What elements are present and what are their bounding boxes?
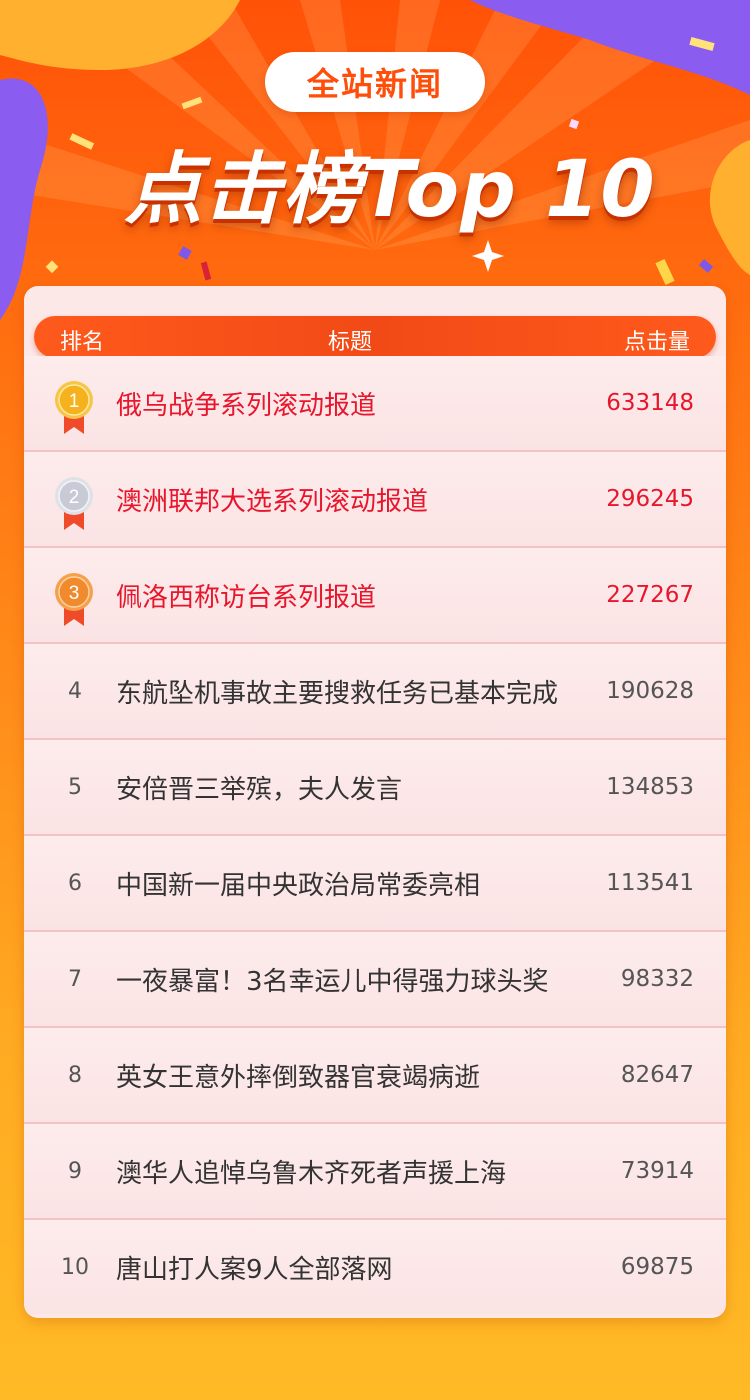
row-rank: 8: [68, 1062, 82, 1088]
row-title[interactable]: 一夜暴富！3名幸运儿中得强力球头奖: [116, 932, 549, 1026]
row-clicks: 69875: [620, 1254, 694, 1280]
row-clicks: 134853: [606, 774, 694, 800]
page-header: 全站新闻 点击榜Top 10: [0, 0, 750, 290]
row-title[interactable]: 佩洛西称访台系列报道: [116, 548, 376, 642]
row-title[interactable]: 俄乌战争系列滚动报道: [116, 356, 376, 450]
row-title[interactable]: 中国新一届中央政治局常委亮相: [116, 836, 480, 930]
ranking-row[interactable]: 1 俄乌战争系列滚动报道 633148: [24, 356, 726, 452]
row-clicks: 73914: [620, 1158, 694, 1184]
row-title[interactable]: 澳洲联邦大选系列滚动报道: [116, 452, 428, 546]
gold-medal-icon: 1: [55, 381, 93, 434]
row-rank: 5: [68, 774, 82, 800]
row-clicks: 190628: [606, 678, 694, 704]
row-rank: 7: [68, 966, 82, 992]
ranking-board: 排名 标题 点击量 1 俄乌战争系列滚动报道 633148 2 澳洲联邦大选系列…: [24, 286, 726, 1318]
ranking-row[interactable]: 2 澳洲联邦大选系列滚动报道 296245: [24, 452, 726, 548]
column-header-clicks: 点击量: [623, 330, 690, 355]
ranking-row[interactable]: 10 唐山打人案9人全部落网 69875: [24, 1220, 726, 1314]
page-title: 点击榜Top 10: [124, 145, 656, 235]
ranking-row[interactable]: 3 佩洛西称访台系列报道 227267: [24, 548, 726, 644]
ranking-row[interactable]: 8 英女王意外摔倒致器官衰竭病逝 82647: [24, 1028, 726, 1124]
medal-rank-number: 2: [69, 487, 80, 508]
category-badge-label: 全站新闻: [306, 65, 443, 103]
row-rank: 4: [68, 678, 82, 704]
column-header-title: 标题: [328, 330, 373, 355]
ranking-row[interactable]: 9 澳华人追悼乌鲁木齐死者声援上海 73914: [24, 1124, 726, 1220]
table-header: 排名 标题 点击量: [34, 316, 716, 358]
silver-medal-icon: 2: [55, 477, 93, 530]
row-rank: 9: [68, 1158, 82, 1184]
row-title[interactable]: 唐山打人案9人全部落网: [116, 1220, 393, 1314]
ranking-row[interactable]: 4 东航坠机事故主要搜救任务已基本完成 190628: [24, 644, 726, 740]
category-badge: 全站新闻: [265, 52, 485, 112]
row-title[interactable]: 安倍晋三举殡，夫人发言: [116, 740, 402, 834]
row-clicks: 296245: [606, 486, 694, 512]
ranking-row[interactable]: 7 一夜暴富！3名幸运儿中得强力球头奖 98332: [24, 932, 726, 1028]
row-clicks: 633148: [606, 390, 694, 416]
column-header-rank: 排名: [60, 330, 105, 355]
row-clicks: 113541: [606, 870, 694, 896]
row-clicks: 227267: [606, 582, 694, 608]
medal-rank-number: 1: [69, 391, 80, 412]
bronze-medal-icon: 3: [55, 573, 93, 626]
ranking-row[interactable]: 5 安倍晋三举殡，夫人发言 134853: [24, 740, 726, 836]
row-clicks: 98332: [620, 966, 694, 992]
row-rank: 6: [68, 870, 82, 896]
row-title[interactable]: 澳华人追悼乌鲁木齐死者声援上海: [116, 1124, 506, 1218]
ranking-list: 1 俄乌战争系列滚动报道 633148 2 澳洲联邦大选系列滚动报道 29624…: [24, 356, 726, 1314]
row-rank: 10: [61, 1254, 89, 1280]
row-title[interactable]: 东航坠机事故主要搜救任务已基本完成: [116, 644, 558, 738]
medal-rank-number: 3: [69, 583, 80, 604]
ranking-row[interactable]: 6 中国新一届中央政治局常委亮相 113541: [24, 836, 726, 932]
row-clicks: 82647: [620, 1062, 694, 1088]
row-title[interactable]: 英女王意外摔倒致器官衰竭病逝: [116, 1028, 480, 1122]
